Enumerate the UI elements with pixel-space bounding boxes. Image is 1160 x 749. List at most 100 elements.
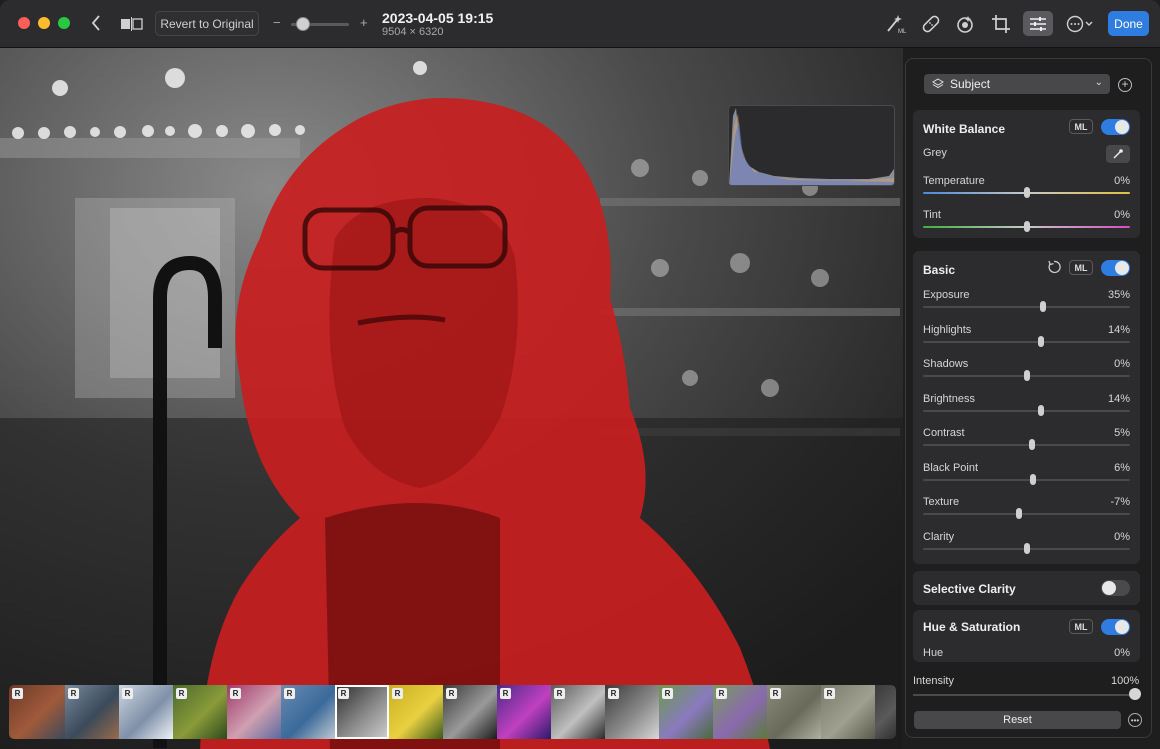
hue-saturation-ml-button[interactable]: ML — [1069, 619, 1093, 634]
more-options-icon[interactable]: ••• — [1128, 713, 1142, 727]
more-options-icon — [1066, 15, 1093, 33]
clarity-label: Clarity — [923, 530, 955, 543]
exposure-slider-track[interactable] — [923, 306, 1130, 308]
filmstrip-thumbnail[interactable]: R — [65, 685, 119, 739]
brightness-label: Brightness — [923, 392, 975, 405]
photo-canvas[interactable] — [0, 48, 903, 749]
black-point-slider-track[interactable] — [923, 478, 1130, 481]
zoom-window-button[interactable] — [58, 17, 70, 29]
back-chevron-icon — [91, 15, 100, 31]
crop-icon — [992, 15, 1010, 33]
basic-toggle[interactable] — [1101, 260, 1130, 276]
hue-saturation-toggle[interactable] — [1101, 619, 1130, 635]
raw-badge: R — [68, 688, 79, 699]
brightness-slider-knob[interactable] — [1037, 404, 1044, 416]
filmstrip-thumbnail[interactable]: R — [389, 685, 443, 739]
filmstrip-thumbnail[interactable]: R — [443, 685, 497, 739]
highlights-value: 14% — [1107, 323, 1130, 336]
compare-button[interactable] — [119, 14, 145, 34]
reset-basic-icon[interactable] — [1047, 260, 1061, 277]
eyedropper-button[interactable] — [1106, 145, 1130, 163]
black-point-slider-knob[interactable] — [1029, 473, 1036, 485]
filmstrip-thumbnail[interactable]: R — [9, 685, 65, 739]
retouch-button[interactable] — [919, 12, 943, 36]
intensity-slider-knob[interactable] — [1129, 688, 1141, 700]
exposure-slider-knob[interactable] — [1040, 301, 1047, 312]
eyedropper-icon — [1113, 149, 1123, 159]
brightness-slider-track[interactable] — [923, 409, 1130, 412]
filmstrip-thumbnail[interactable]: R — [551, 685, 605, 739]
photo-dimensions: 9504 × 6320 — [382, 26, 444, 38]
chevron-down-icon: ⌄ — [1094, 77, 1103, 88]
reset-button[interactable]: Reset — [914, 711, 1121, 729]
zoom-in-label[interactable]: + — [360, 15, 368, 30]
basic-title: Basic — [923, 263, 956, 277]
toolbar: Revert to Original − + 2023-04-05 19:15 … — [0, 0, 1160, 48]
white-balance-ml-button[interactable]: ML — [1069, 119, 1093, 134]
filmstrip[interactable]: RRRRRRRRRRRRRRRR — [9, 685, 896, 739]
filmstrip-thumbnail[interactable]: R — [227, 685, 281, 739]
basic-section: Basic ML Exposure 35% Highlights 14% Shadows… — [913, 251, 1140, 564]
shadows-slider-knob[interactable] — [1023, 370, 1030, 381]
black-point-label: Black Point — [923, 461, 979, 474]
minimize-window-button[interactable] — [38, 17, 50, 29]
zoom-out-label[interactable]: − — [273, 15, 281, 30]
hue-saturation-section: Hue & Saturation ML Hue 0% — [913, 610, 1140, 662]
filmstrip-thumbnail[interactable]: R — [605, 685, 659, 739]
crop-button[interactable] — [989, 12, 1013, 36]
filmstrip-thumbnail[interactable]: R — [497, 685, 551, 739]
revert-to-original-button[interactable]: Revert to Original — [155, 11, 259, 36]
contrast-slider-track[interactable] — [923, 444, 1130, 446]
filmstrip-thumbnail[interactable]: R — [119, 685, 173, 739]
hue-value: 0% — [1114, 647, 1130, 659]
brightness-value: 14% — [1107, 392, 1130, 405]
temperature-slider-knob[interactable] — [1023, 187, 1030, 198]
white-balance-toggle[interactable] — [1101, 119, 1130, 135]
filmstrip-thumbnail[interactable]: R — [659, 685, 713, 739]
filmstrip-thumbnail[interactable]: R — [335, 685, 389, 739]
highlights-slider-track[interactable] — [923, 340, 1130, 343]
raw-badge: R — [608, 688, 619, 699]
filmstrip-thumbnail[interactable]: R — [173, 685, 227, 739]
histogram — [728, 105, 895, 186]
mask-subject-dropdown[interactable]: Subject ⌄ — [924, 74, 1110, 94]
done-button[interactable]: Done — [1108, 11, 1149, 36]
filmstrip-thumbnail[interactable] — [875, 685, 896, 739]
tint-slider-knob[interactable] — [1023, 221, 1030, 232]
highlights-slider-knob[interactable] — [1037, 335, 1044, 347]
layers-icon — [932, 78, 944, 89]
back-button[interactable] — [86, 13, 106, 33]
contrast-slider-knob[interactable] — [1028, 439, 1035, 450]
filmstrip-thumbnail[interactable]: R — [821, 685, 875, 739]
raw-badge: R — [392, 688, 403, 699]
tint-value: 0% — [1114, 209, 1130, 221]
raw-badge: R — [500, 688, 511, 699]
intensity-slider-track[interactable] — [913, 694, 1135, 696]
adjust-button[interactable] — [1023, 11, 1053, 36]
black-point-value: 6% — [1114, 461, 1130, 474]
highlights-label: Highlights — [923, 323, 972, 336]
clarity-slider-knob[interactable] — [1023, 542, 1030, 554]
selective-clarity-toggle[interactable] — [1101, 580, 1130, 596]
filmstrip-thumbnail[interactable]: R — [767, 685, 821, 739]
raw-badge: R — [176, 688, 187, 699]
more-options-button[interactable] — [1064, 12, 1096, 36]
photos-editor-window: Revert to Original − + 2023-04-05 19:15 … — [0, 0, 1160, 749]
raw-badge: R — [770, 688, 781, 699]
magic-wand-ml-icon: ML — [887, 15, 907, 34]
auto-enhance-button[interactable]: ML — [884, 12, 908, 36]
red-eye-button[interactable] — [953, 12, 977, 36]
filmstrip-thumbnail[interactable]: R — [713, 685, 767, 739]
selective-clarity-title: Selective Clarity — [923, 582, 1016, 596]
close-window-button[interactable] — [18, 17, 30, 29]
zoom-slider-knob[interactable] — [295, 17, 310, 31]
texture-slider-track[interactable] — [923, 513, 1130, 515]
contrast-label: Contrast — [923, 427, 965, 439]
basic-ml-button[interactable]: ML — [1069, 260, 1093, 275]
grey-label: Grey — [923, 147, 947, 159]
add-mask-plus-icon[interactable]: + — [1118, 78, 1132, 92]
filmstrip-thumbnail[interactable]: R — [281, 685, 335, 739]
adjust-sliders-icon — [1030, 16, 1046, 31]
svg-text:ML: ML — [898, 29, 907, 34]
texture-slider-knob[interactable] — [1016, 508, 1023, 519]
